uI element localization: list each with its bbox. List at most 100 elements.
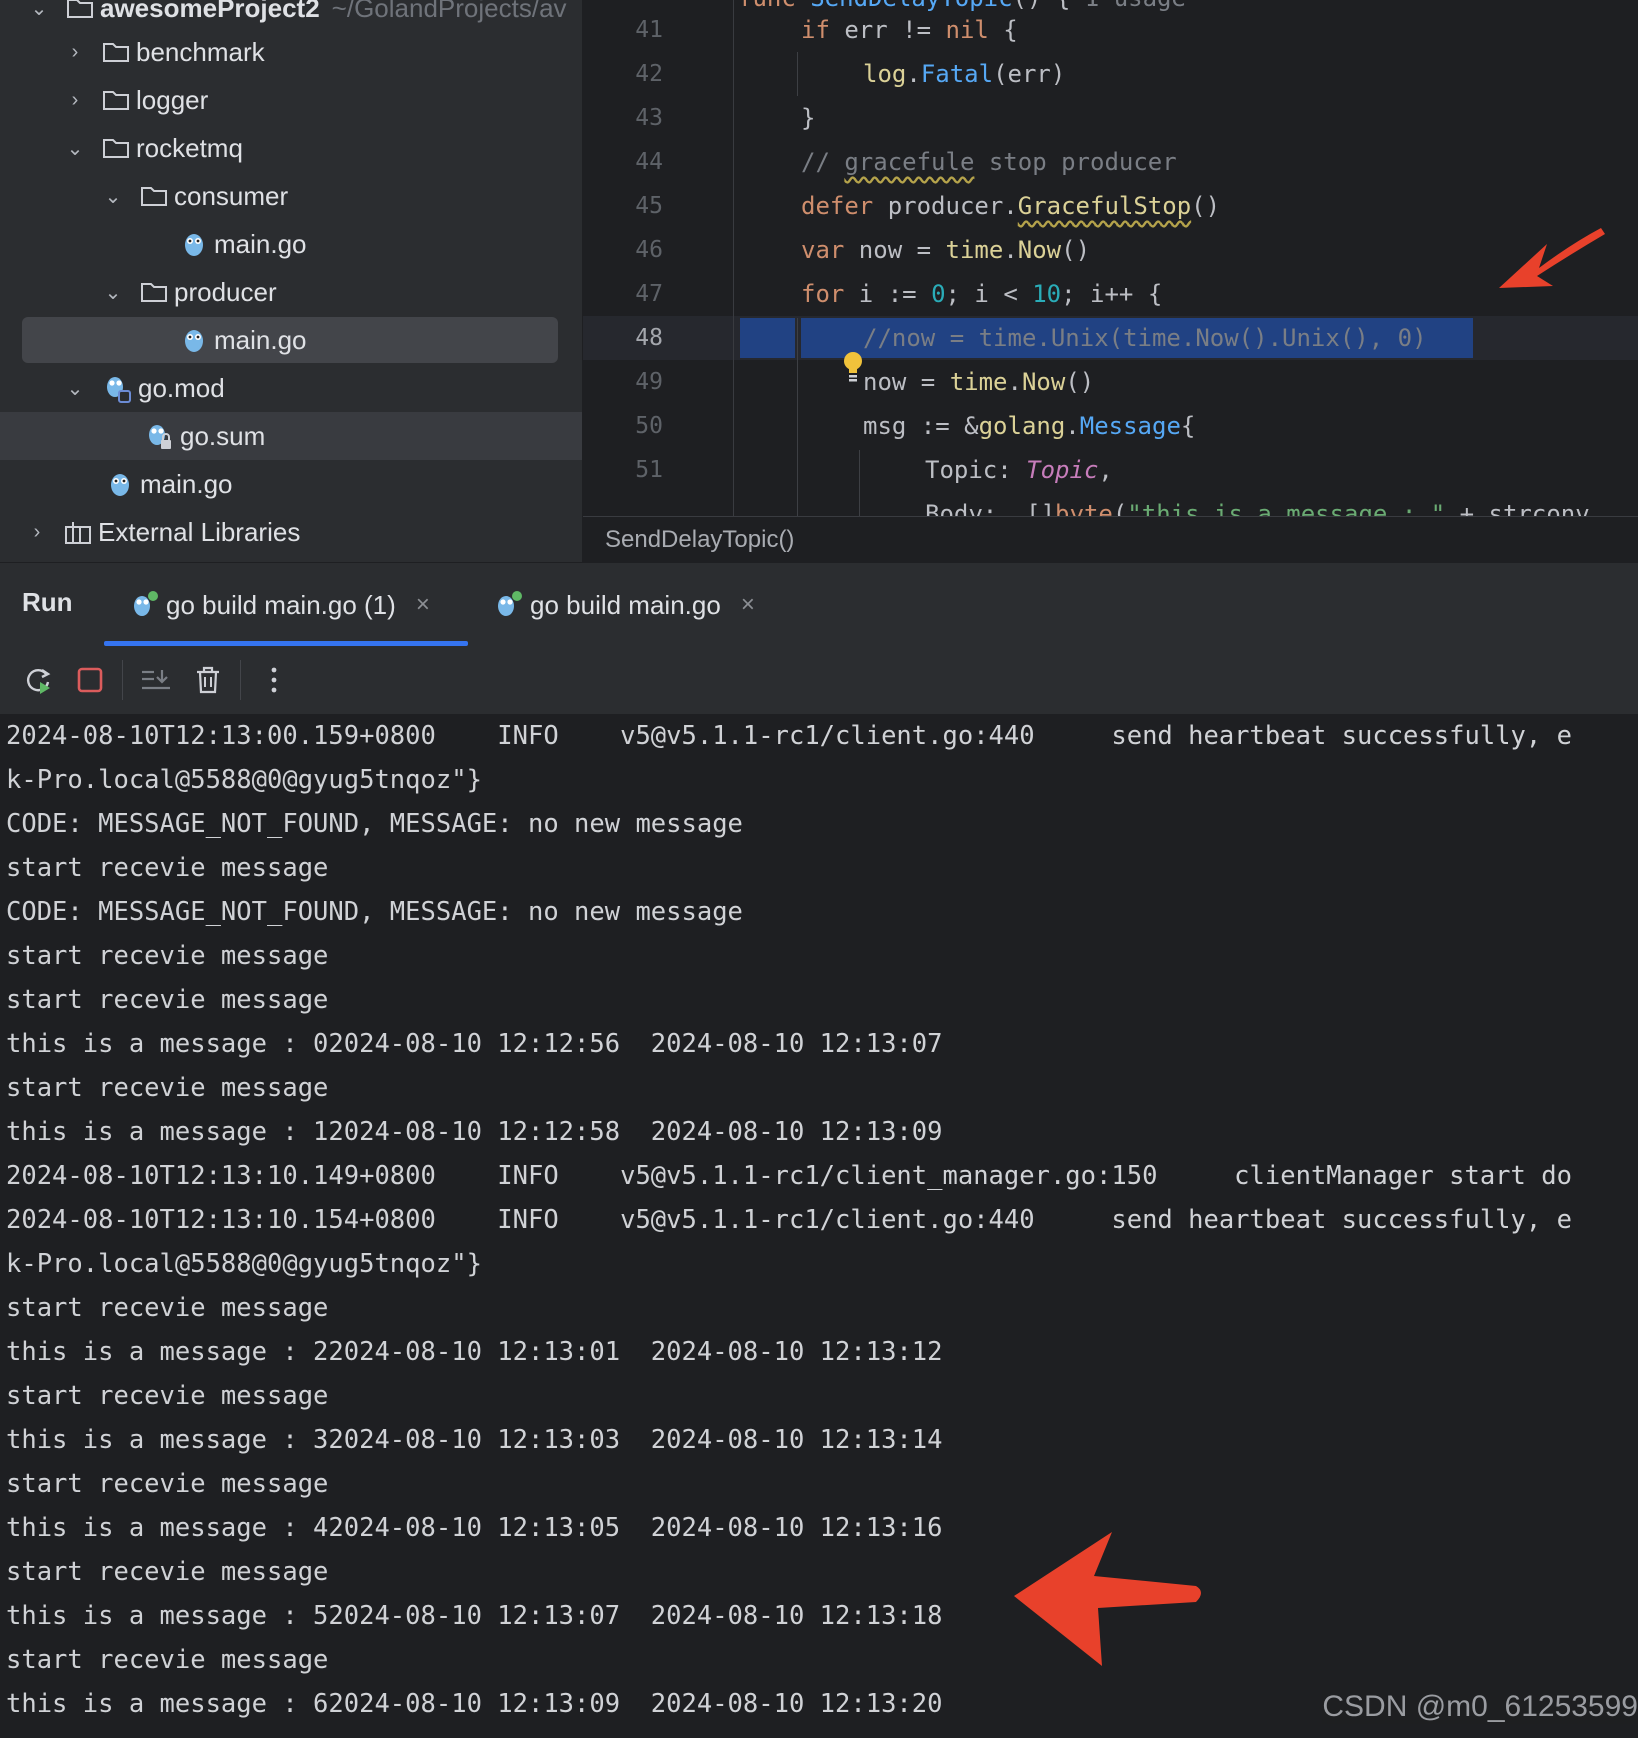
close-icon[interactable]: × <box>416 591 430 619</box>
console-line: k-Pro.local@5588@0@gyug5tnqoz"} <box>6 1249 482 1279</box>
console-output[interactable]: 2024-08-10T12:13:00.159+0800 INFO v5@v5.… <box>0 714 1638 1738</box>
code-line-51: 51 Topic: Topic, <box>583 448 1638 492</box>
tree-item-producer[interactable]: ⌄ producer <box>0 268 582 316</box>
tree-item-label: producer <box>174 276 277 307</box>
code-token: . <box>1007 368 1022 396</box>
scroll-to-end-icon[interactable] <box>138 662 174 698</box>
code-token: if <box>801 16 830 44</box>
console-line: start recevie message <box>6 853 329 883</box>
more-options-icon[interactable] <box>256 662 292 698</box>
console-line: this is a message : 22024-08-10 12:13:01… <box>6 1337 943 1367</box>
code-token: nil <box>945 16 989 44</box>
code-token: () <box>1191 192 1221 220</box>
tree-item-go-mod[interactable]: ⌄ go.mod <box>0 364 582 412</box>
chevron-down-icon[interactable]: ⌄ <box>62 135 88 161</box>
chevron-right-icon[interactable]: › <box>62 39 88 65</box>
chevron-right-icon[interactable]: › <box>24 519 50 545</box>
chevron-down-icon[interactable]: ⌄ <box>100 279 126 305</box>
folder-icon <box>140 280 168 304</box>
tree-item-label: rocketmq <box>136 132 243 163</box>
console-line: start recevie message <box>6 985 329 1015</box>
console-line: this is a message : 02024-08-10 12:12:56… <box>6 1029 943 1059</box>
tree-item-go-sum[interactable]: go.sum <box>0 412 582 460</box>
tree-item-rocketmq[interactable]: ⌄ rocketmq <box>0 124 582 172</box>
tree-item-label: logger <box>136 84 209 115</box>
code-token: { <box>1180 412 1196 440</box>
tab-go-build-main-go-1[interactable]: go build main.go (1) × <box>130 563 430 647</box>
gopher-file-icon <box>180 230 208 258</box>
console-line: this is a message : 62024-08-10 12:13:09… <box>6 1689 943 1719</box>
code-line-42: 42 log.Fatal(err) <box>583 52 1638 96</box>
tree-item-label: go.sum <box>180 420 266 451</box>
rerun-icon[interactable] <box>20 662 56 698</box>
code-line-52-partial: Body: []byte("this is a message : " + st… <box>583 492 1638 516</box>
folder-icon <box>140 184 168 208</box>
tree-item-benchmark[interactable]: › benchmark <box>0 28 582 76</box>
code-editor[interactable]: func SendDelayTopic() { 1 usage 41 if er… <box>583 0 1638 516</box>
gomod-file-icon <box>102 373 132 403</box>
code-token: Now <box>1017 236 1062 264</box>
chevron-down-icon[interactable]: ⌄ <box>62 375 88 401</box>
folder-icon <box>102 136 130 160</box>
console-line: start recevie message <box>6 1381 329 1411</box>
tree-item-producer-main-go[interactable]: main.go <box>0 316 582 364</box>
code-token: . <box>1065 412 1080 440</box>
code-token: ; i++ { <box>1061 280 1163 308</box>
library-icon <box>64 519 92 545</box>
folder-icon <box>102 40 130 64</box>
gosum-file-icon <box>144 421 174 451</box>
close-icon[interactable]: × <box>741 591 755 619</box>
folder-icon <box>102 88 130 112</box>
gopher-file-icon <box>180 326 208 354</box>
tree-item-label: go.mod <box>138 372 225 403</box>
project-root-label: awesomeProject2 <box>100 0 320 23</box>
chevron-down-icon[interactable]: ⌄ <box>26 0 52 21</box>
line-number: 42 <box>635 61 663 87</box>
line-number: 46 <box>635 237 663 263</box>
code-token: (err) <box>993 60 1066 88</box>
line-number: 41 <box>635 17 663 43</box>
console-line: 2024-08-10T12:13:00.159+0800 INFO v5@v5.… <box>6 721 1572 751</box>
console-line: CODE: MESSAGE_NOT_FOUND, MESSAGE: no new… <box>6 809 743 839</box>
trash-icon[interactable] <box>190 662 226 698</box>
code-line-50: 50 msg := &golang.Message{ <box>583 404 1638 448</box>
code-token: producer. <box>873 192 1018 220</box>
breadcrumb-function[interactable]: SendDelayTopic() <box>605 526 794 554</box>
go-run-config-icon <box>130 590 160 620</box>
watermark: CSDN @m0_61253599 <box>1322 1690 1638 1724</box>
editor-breadcrumb[interactable]: SendDelayTopic() <box>583 516 1638 562</box>
code-token: . <box>1003 236 1018 264</box>
annotation-arrow <box>1499 228 1605 288</box>
tree-item-label: External Libraries <box>98 516 301 547</box>
code-token: var <box>801 236 845 264</box>
console-line: 2024-08-10T12:13:10.154+0800 INFO v5@v5.… <box>6 1205 1572 1235</box>
line-number: 51 <box>635 457 663 483</box>
annotation-arrow <box>1014 1532 1201 1666</box>
chevron-down-icon[interactable]: ⌄ <box>100 183 126 209</box>
spelling-warning[interactable]: gracefule <box>844 148 974 176</box>
code-token[interactable]: GracefulStop <box>1018 192 1191 220</box>
tree-item-consumer-main-go[interactable]: main.go <box>0 220 582 268</box>
tab-go-build-main-go[interactable]: go build main.go × <box>494 563 755 647</box>
code-token: byte <box>1055 500 1113 516</box>
code-token: Now <box>1021 368 1066 396</box>
code-line-49: 49 now = time.Now() <box>583 360 1638 404</box>
code-line-46: 46 var now = time.Now() <box>583 228 1638 272</box>
code-token: // <box>801 148 845 176</box>
stop-icon[interactable] <box>72 662 108 698</box>
console-line: this is a message : 42024-08-10 12:13:05… <box>6 1513 943 1543</box>
tree-item-root-main-go[interactable]: main.go <box>0 460 582 508</box>
code-token: ( <box>1112 500 1128 516</box>
code-token: } <box>801 104 816 132</box>
code-token: Message <box>1079 412 1181 440</box>
tree-item-external-libraries[interactable]: › External Libraries <box>0 508 582 556</box>
chevron-right-icon[interactable]: › <box>62 87 88 113</box>
tree-item-consumer[interactable]: ⌄ consumer <box>0 172 582 220</box>
line-number: 50 <box>635 413 663 439</box>
console-line: start recevie message <box>6 1645 329 1675</box>
folder-icon <box>66 0 94 20</box>
code-token: msg := & <box>863 412 979 440</box>
code-line-47: 47 for i := 0; i < 10; i++ { <box>583 272 1638 316</box>
tree-item-logger[interactable]: › logger <box>0 76 582 124</box>
code-token: 0 <box>931 280 946 308</box>
